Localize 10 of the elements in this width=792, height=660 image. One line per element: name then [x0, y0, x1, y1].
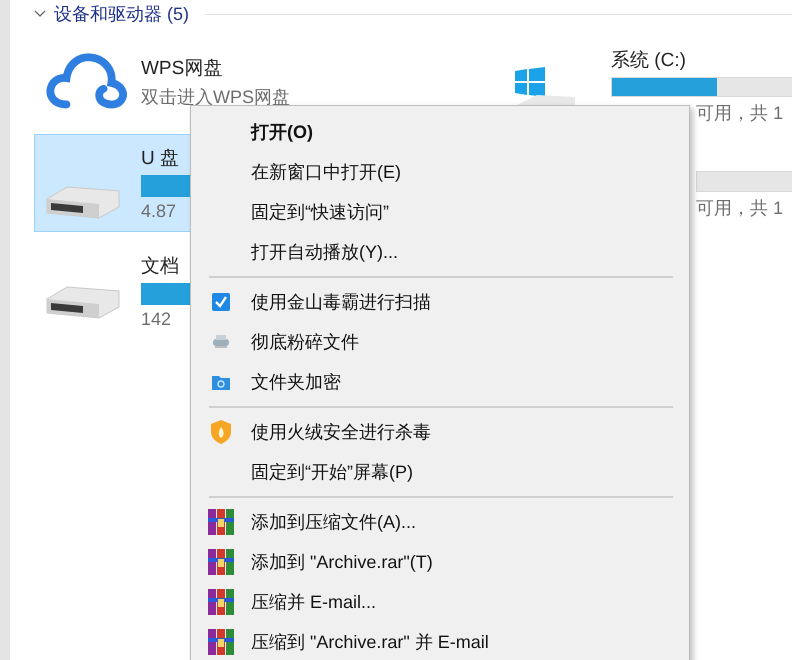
drive-capacity: 可用，共 1	[696, 102, 784, 125]
drive-name: 文档	[141, 255, 179, 279]
drive-name: U 盘	[141, 147, 179, 171]
drive-capacity: 可用，共 1	[696, 197, 784, 220]
drive-subtitle: 双击进入WPS网盘	[141, 86, 290, 109]
section-title: 设备和驱动器 (5)	[54, 3, 189, 26]
drive-name: WPS网盘	[141, 57, 222, 81]
drive-capacity: 142	[141, 309, 172, 330]
drive-capacity: 4.87	[141, 201, 176, 222]
drive-name: 系统 (C:)	[611, 49, 686, 73]
